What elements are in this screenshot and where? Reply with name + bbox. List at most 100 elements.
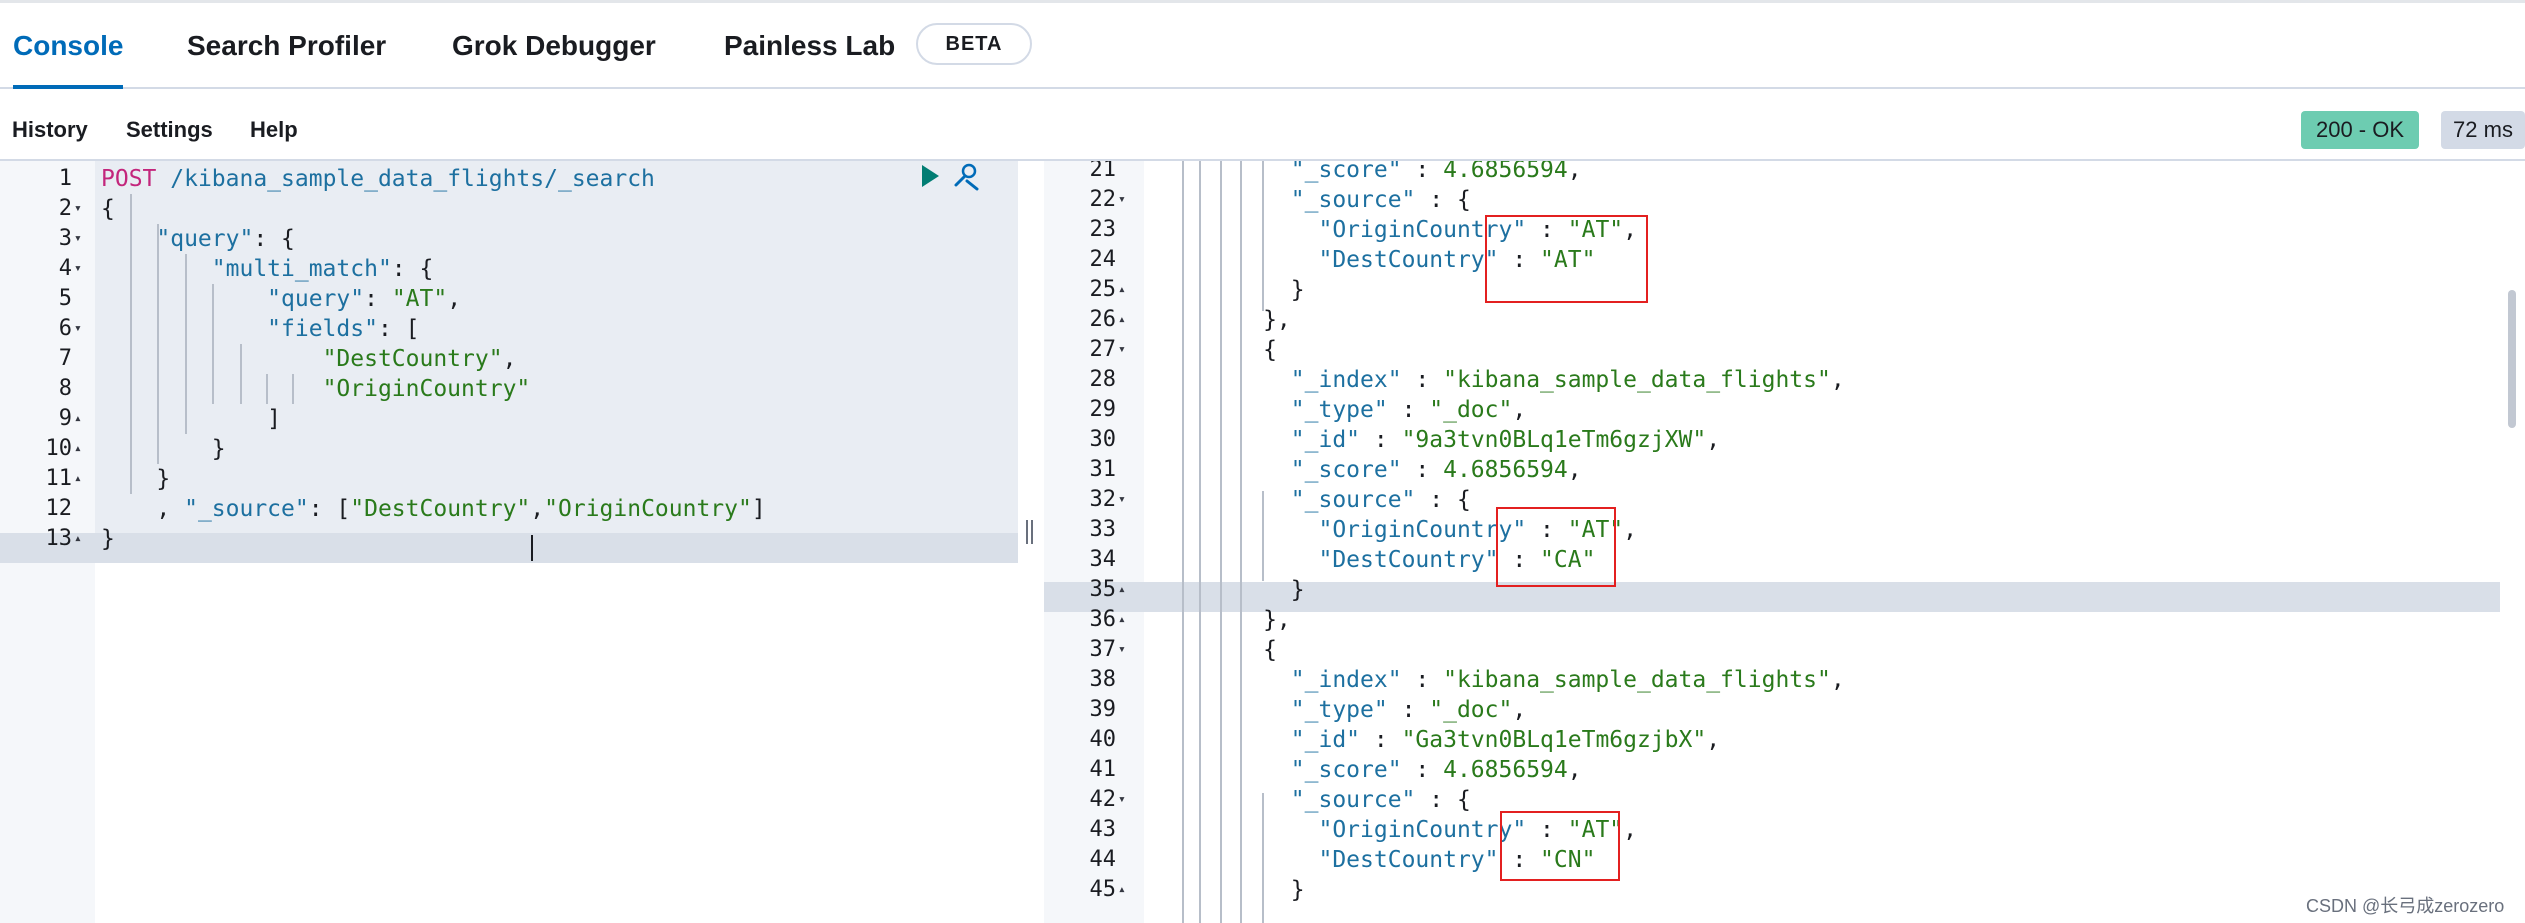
resp-code-line: 22 ▾ "_source" : { [1044,185,2500,215]
line-number: 9 [58,406,72,431]
code-text: } [1180,877,1305,903]
line-number: 7 [58,346,72,371]
line-number: 12 [45,496,73,521]
fold-close-icon[interactable]: ▴ [1118,275,1126,305]
fold-open-icon[interactable]: ▾ [1118,335,1126,365]
code-text: } [101,526,115,552]
fold-open-icon[interactable]: ▾ [1118,635,1126,665]
resp-code-line: 21 "_score" : 4.6856594, [1044,161,2500,185]
resp-code-line: 38 "_index" : "kibana_sample_data_flight… [1044,665,2500,695]
line-number: 4 [58,256,72,281]
line-number: 36 [1089,607,1117,632]
line-number: 11 [45,466,73,491]
resp-code-line: 43 "OriginCountry" : "AT", [1044,815,2500,845]
line-number: 27 [1089,337,1117,362]
req-code-line: 3 ▾ "query": { [0,224,1018,254]
code-text: "fields": [ [267,316,420,342]
fold-open-icon[interactable]: ▾ [74,314,82,344]
wrench-icon[interactable] [954,163,979,191]
code-text: }, [1180,607,1291,633]
code-text: "_source" : { [1290,487,1471,513]
fold-close-icon[interactable]: ▴ [74,464,82,494]
line-number: 31 [1089,457,1117,482]
line-number: 24 [1089,247,1117,272]
code-text: "_id" : "9a3tvn0BLq1eTm6gzjXW", [1290,427,1721,453]
highlight-box [1485,215,1648,303]
code-text: POST /kibana_sample_data_flights/_search [101,166,655,192]
line-number: 40 [1089,727,1117,752]
fold-close-icon[interactable]: ▴ [1118,605,1126,635]
play-icon[interactable] [922,165,939,187]
settings-link[interactable]: Settings [126,89,213,159]
response-editor[interactable]: 21 "_score" : 4.6856594, 22 ▾ "_source" : … [1044,161,2500,923]
req-code-line: 5 "query": "AT", [0,284,1018,314]
fold-open-icon[interactable]: ▾ [1118,785,1126,815]
req-code-line: 2 ▾ { [0,194,1018,224]
code-text: "_source" : { [1290,787,1471,813]
fold-open-icon[interactable]: ▾ [1118,485,1126,515]
code-text: "_type" : "_doc", [1290,697,1527,723]
resp-code-line: 24 "DestCountry" : "AT" [1044,245,2500,275]
resp-code-line: 23 "OriginCountry" : "AT", [1044,215,2500,245]
line-number: 30 [1089,427,1117,452]
req-code-line: 7 "DestCountry", [0,344,1018,374]
resize-handle-icon[interactable] [1026,520,1033,544]
line-number: 44 [1089,847,1117,872]
code-text: } [101,466,171,492]
resp-code-line: 35 ▴ } [1044,575,2500,605]
code-text: { [1180,337,1277,363]
code-text: } [1180,577,1305,603]
fold-open-icon[interactable]: ▾ [1118,185,1126,215]
fold-close-icon[interactable]: ▴ [1118,305,1126,335]
dev-tools-tabs: Console Search Profiler Grok Debugger Pa… [0,3,2525,89]
line-number: 8 [58,376,72,401]
line-number: 37 [1089,637,1117,662]
tab-console[interactable]: Console [13,3,124,89]
code-text: { [1180,637,1277,663]
line-number: 45 [1089,877,1117,902]
line-number: 42 [1089,787,1117,812]
fold-open-icon[interactable]: ▾ [74,194,82,224]
fold-close-icon[interactable]: ▴ [1118,575,1126,605]
fold-open-icon[interactable]: ▾ [74,224,82,254]
history-link[interactable]: History [12,89,88,159]
line-number: 13 [45,526,73,551]
resp-code-line: 36 ▴ }, [1044,605,2500,635]
line-number: 25 [1089,277,1117,302]
tab-search-profiler[interactable]: Search Profiler [187,3,386,87]
request-time-badge: 72 ms [2441,111,2525,149]
fold-close-icon[interactable]: ▴ [74,524,82,554]
fold-close-icon[interactable]: ▴ [1118,875,1126,905]
req-code-line: 13 ▴} [0,524,1018,554]
resp-code-line: 32 ▾ "_source" : { [1044,485,2500,515]
scrollbar-thumb[interactable] [2508,290,2516,428]
fold-close-icon[interactable]: ▴ [74,434,82,464]
beta-badge: BETA [916,23,1032,65]
highlight-box [1496,507,1616,587]
line-number: 1 [58,166,72,191]
fold-close-icon[interactable]: ▴ [74,404,82,434]
line-number: 2 [58,196,72,221]
line-number: 22 [1089,187,1117,212]
line-number: 43 [1089,817,1117,842]
code-text: { [101,196,115,222]
line-number: 32 [1089,487,1117,512]
tab-grok-debugger[interactable]: Grok Debugger [452,3,656,87]
code-text: "_index" : "kibana_sample_data_flights", [1290,667,1845,693]
req-code-line: 4 ▾ "multi_match": { [0,254,1018,284]
help-link[interactable]: Help [250,89,298,159]
line-number: 26 [1089,307,1117,332]
highlight-box [1500,811,1620,881]
response-scrollbar[interactable] [2500,161,2525,923]
tab-painless-lab[interactable]: Painless Lab [724,3,895,87]
code-text: "_score" : 4.6856594, [1290,757,1582,783]
request-editor[interactable]: 1 POST /kibana_sample_data_flights/_searc… [0,161,1018,923]
resp-code-line: 41 "_score" : 4.6856594, [1044,755,2500,785]
fold-open-icon[interactable]: ▾ [74,254,82,284]
code-text: "multi_match": { [211,256,434,282]
resp-code-line: 26 ▴ }, [1044,305,2500,335]
line-number: 39 [1089,697,1117,722]
code-text: ] [101,406,282,432]
code-text: "OriginCountry" [322,376,531,402]
resp-code-line: 33 "OriginCountry" : "AT", [1044,515,2500,545]
